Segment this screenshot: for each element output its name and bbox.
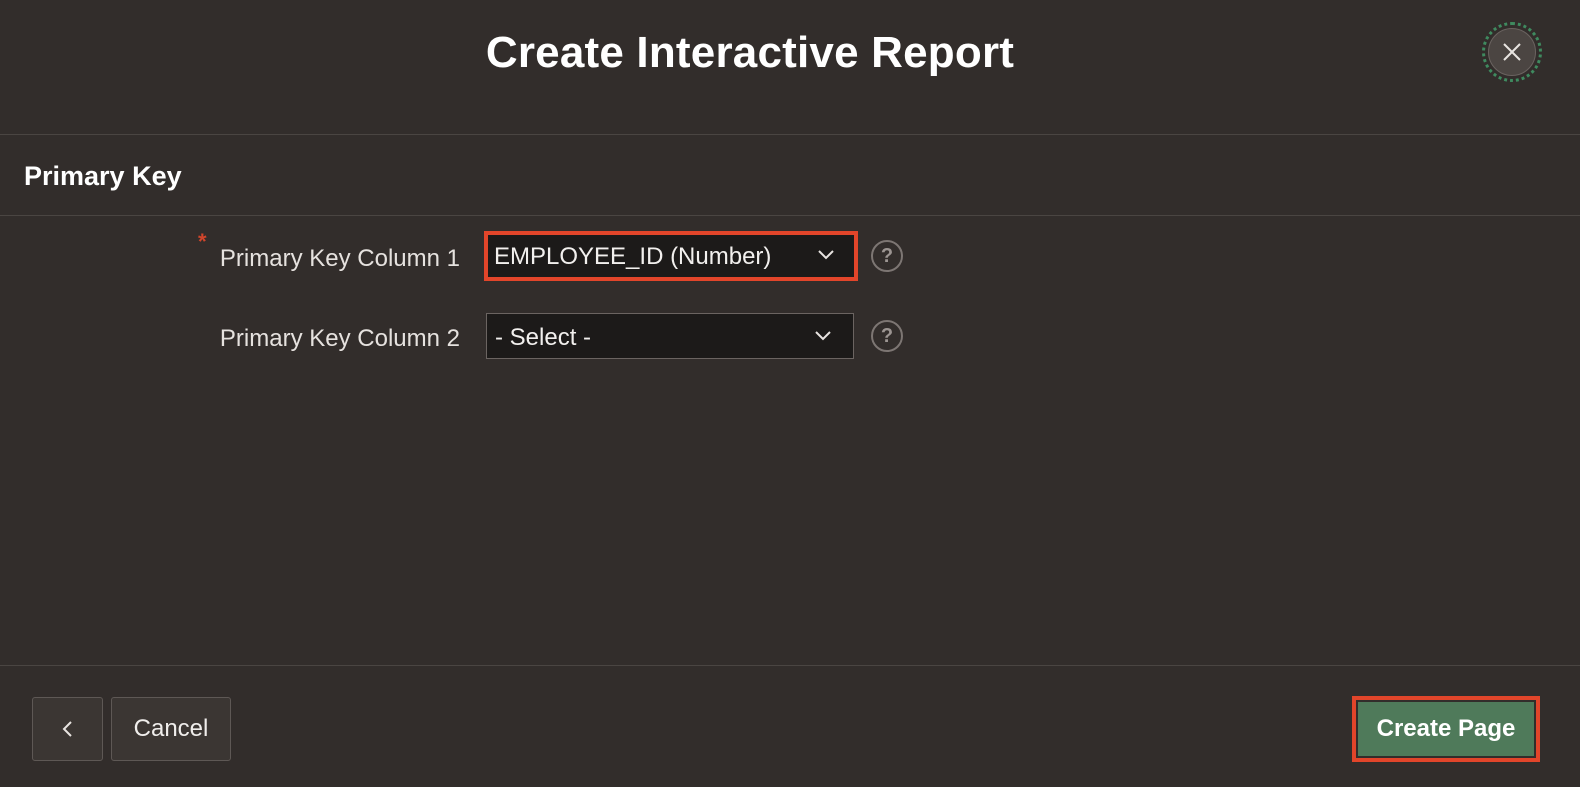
form-row-primary-key-2: Primary Key Column 2 - Select - ? [0,313,1580,363]
primary-key-column-2-select[interactable]: - Select - [486,313,854,359]
select-value: - Select - [495,324,592,351]
dialog-footer: Cancel Create Page [0,665,1580,787]
dialog-header: Create Interactive Report [0,0,1580,135]
section-header: Primary Key [0,135,1580,216]
field-label: Primary Key Column 1 [219,245,460,272]
chevron-left-icon [62,721,72,737]
close-button[interactable] [1488,28,1536,76]
help-button[interactable]: ? [871,240,903,272]
close-icon [1503,43,1521,61]
chevron-down-icon [818,250,834,260]
create-page-button[interactable]: Create Page [1358,702,1534,756]
primary-key-column-1-select[interactable]: EMPLOYEE_ID (Number) [484,231,858,281]
chevron-down-icon [815,331,831,341]
back-button[interactable] [32,697,103,761]
select-value: EMPLOYEE_ID (Number) [494,243,772,270]
cancel-button[interactable]: Cancel [111,697,231,761]
help-button[interactable]: ? [871,320,903,352]
section-title: Primary Key [24,161,182,191]
dialog-title: Create Interactive Report [485,28,1015,77]
field-label: Primary Key Column 2 [219,325,460,352]
required-indicator: * [198,229,207,254]
form-row-primary-key-1: * Primary Key Column 1 EMPLOYEE_ID (Numb… [0,229,1580,283]
